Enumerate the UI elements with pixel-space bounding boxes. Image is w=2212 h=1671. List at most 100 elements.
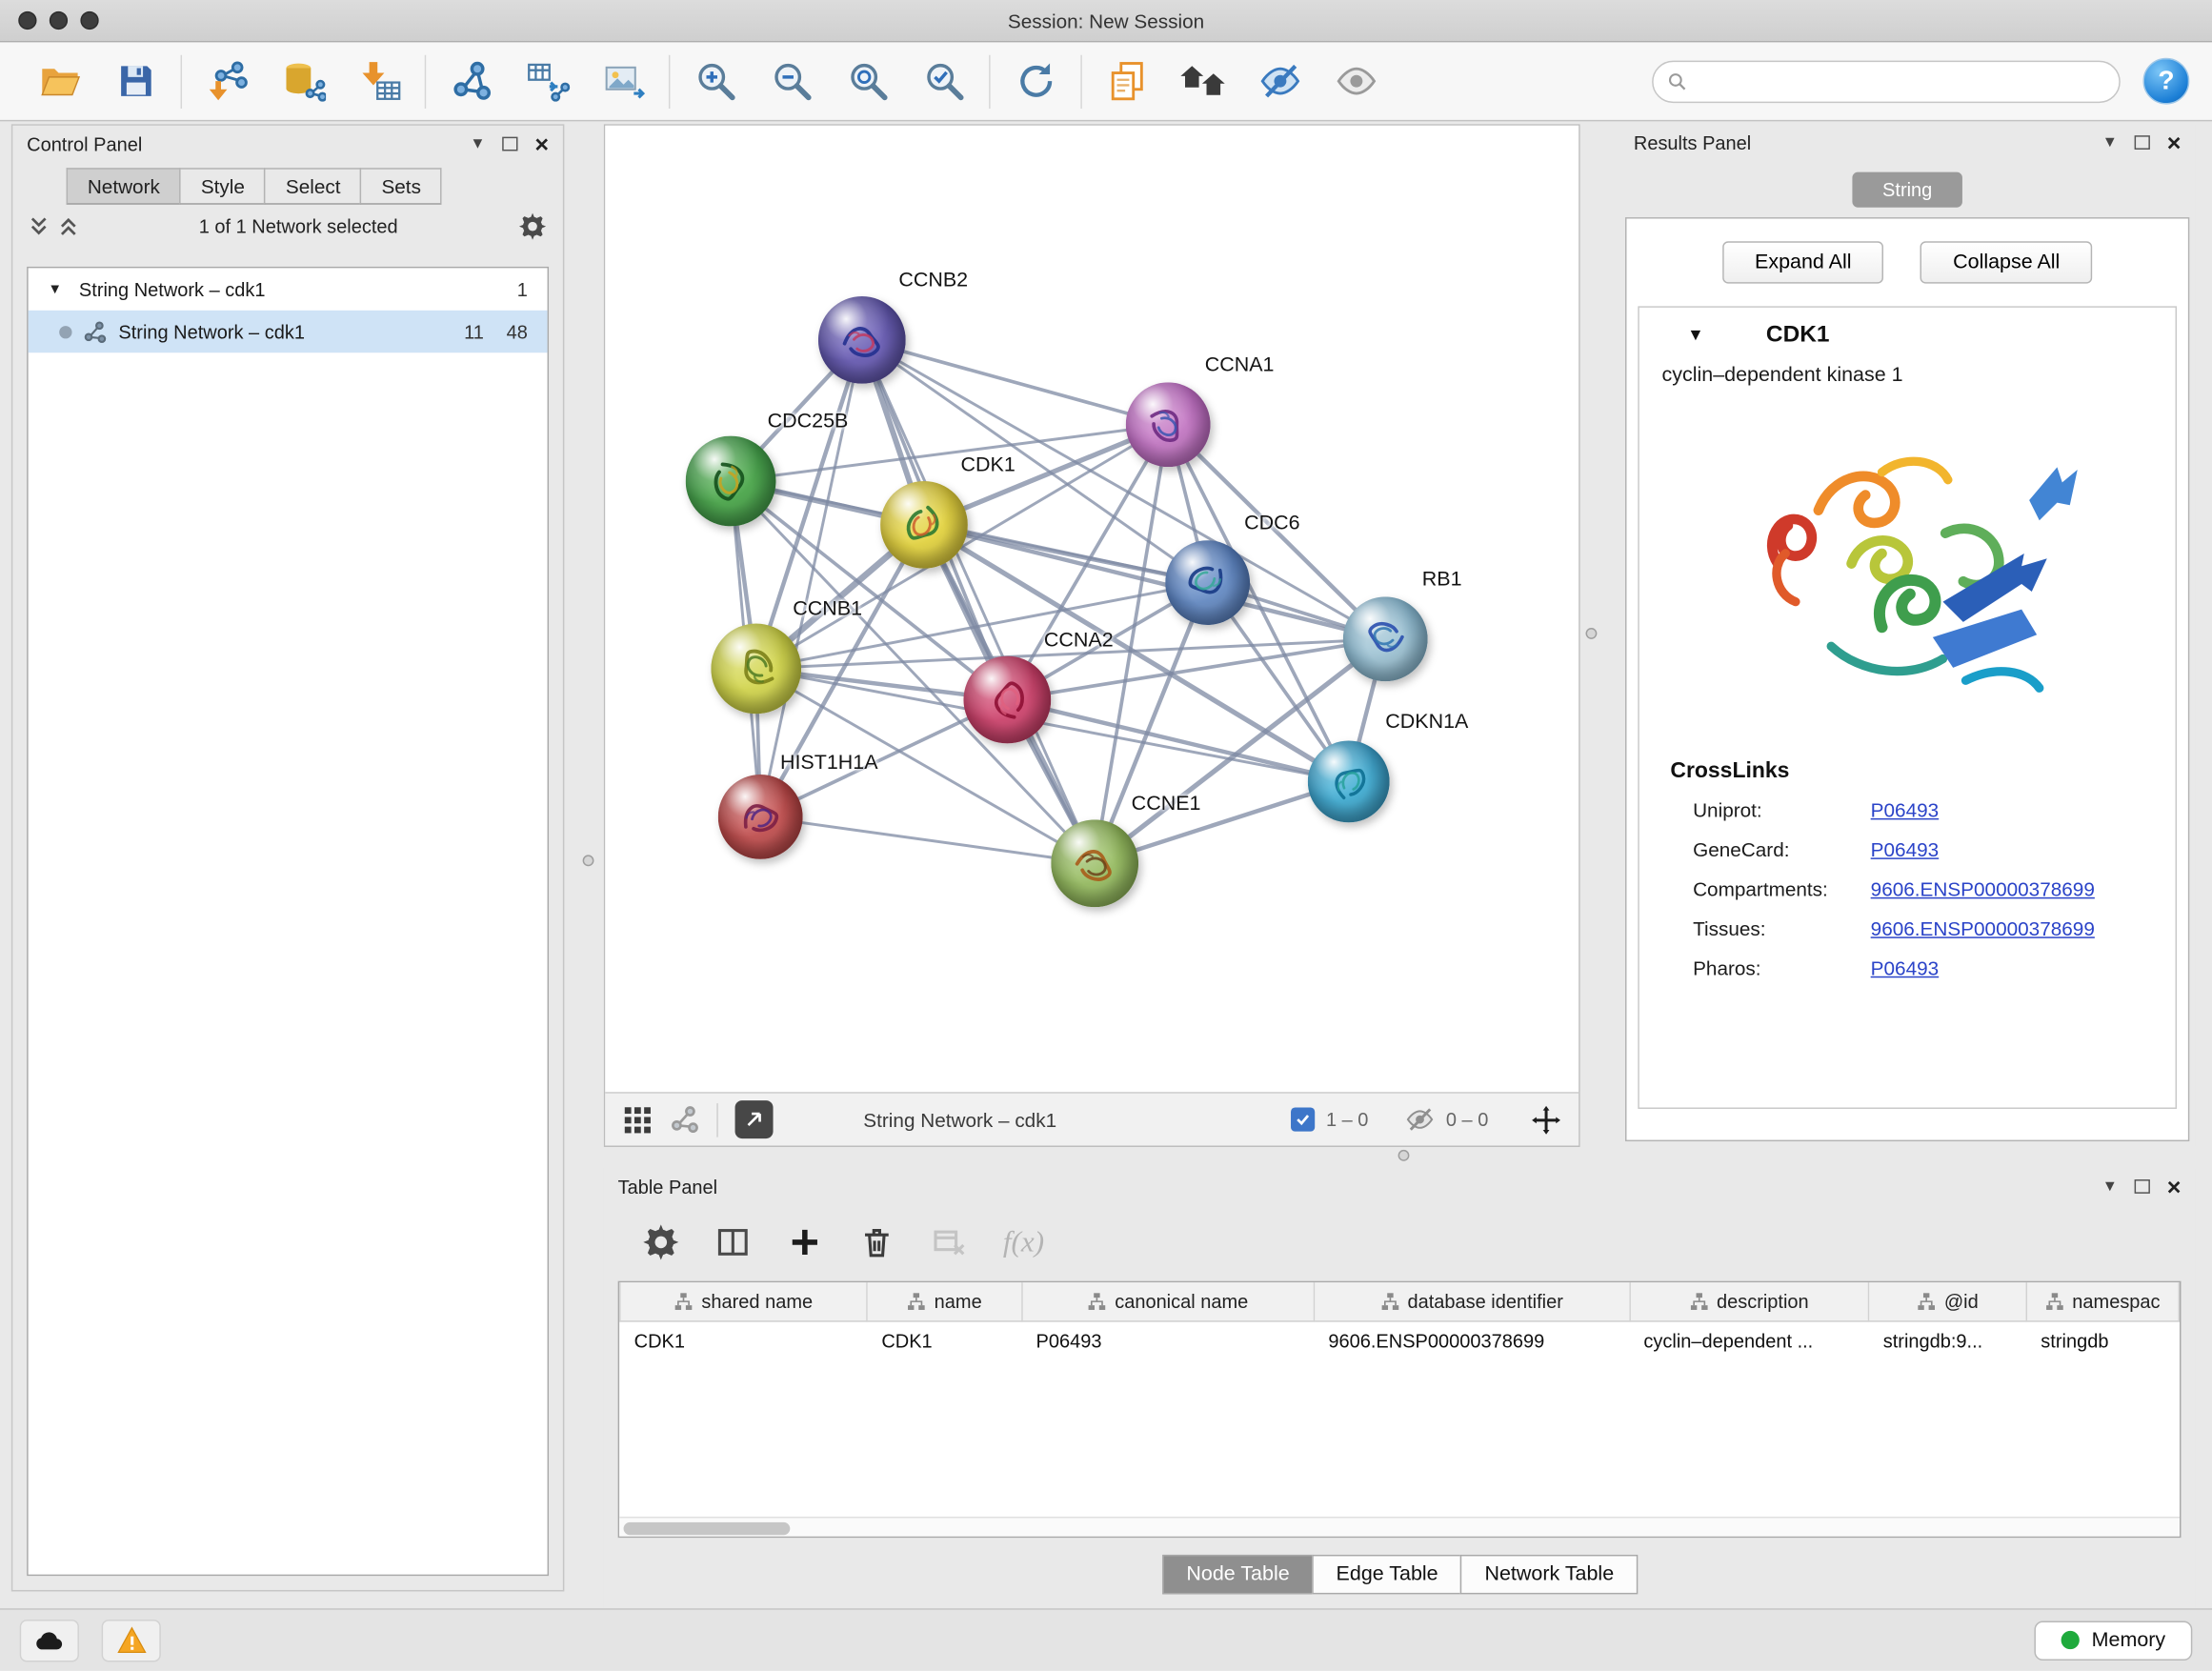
panel-float-icon[interactable] bbox=[2135, 1179, 2150, 1194]
tab-node-table[interactable]: Node Table bbox=[1162, 1555, 1314, 1594]
network-edge-hist1h1a-ccne1[interactable] bbox=[760, 816, 1095, 863]
selected-nodes-checkbox-icon[interactable] bbox=[1291, 1108, 1315, 1132]
horizontal-scrollbar[interactable] bbox=[619, 1517, 2180, 1537]
panel-menu-icon[interactable]: ▼ bbox=[2102, 1178, 2118, 1196]
table-row[interactable]: CDK1CDK1P064939606.ENSP00000378699cyclin… bbox=[620, 1320, 2179, 1359]
network-row-selected[interactable]: String Network – cdk1 11 48 bbox=[29, 311, 548, 352]
collapse-all-button[interactable]: Collapse All bbox=[1920, 241, 2092, 283]
panel-close-icon[interactable]: × bbox=[2167, 1175, 2182, 1198]
network-node-ccnb2[interactable] bbox=[818, 296, 906, 384]
network-node-ccna1[interactable] bbox=[1126, 382, 1211, 467]
collapse-gene-icon[interactable]: ▼ bbox=[1687, 325, 1704, 345]
window-zoom-button[interactable] bbox=[80, 11, 98, 30]
splitter-handle-bottom[interactable] bbox=[1398, 1150, 1410, 1161]
export-image-button[interactable] bbox=[590, 50, 657, 112]
apply-layout-button[interactable] bbox=[1001, 50, 1069, 112]
search-box[interactable] bbox=[1652, 60, 2121, 102]
network-node-rb1[interactable] bbox=[1343, 596, 1428, 681]
show-columns-icon[interactable] bbox=[715, 1224, 751, 1259]
column-header-shared-name[interactable]: shared name bbox=[620, 1282, 868, 1320]
network-node-ccnb1[interactable] bbox=[711, 624, 801, 715]
warnings-button[interactable] bbox=[102, 1619, 161, 1661]
window-close-button[interactable] bbox=[18, 11, 36, 30]
panel-menu-icon[interactable]: ▼ bbox=[2102, 134, 2118, 151]
home-button[interactable] bbox=[1170, 50, 1237, 112]
network-node-hist1h1a[interactable] bbox=[718, 775, 803, 859]
zoom-fit-button[interactable] bbox=[834, 50, 901, 112]
tree-expand-icon[interactable]: ▼ bbox=[48, 281, 68, 296]
open-view-in-window-button[interactable] bbox=[735, 1100, 774, 1138]
splitter-handle-left[interactable] bbox=[583, 855, 594, 866]
scrollbar-thumb[interactable] bbox=[624, 1521, 791, 1534]
table-cell[interactable]: CDK1 bbox=[620, 1320, 868, 1359]
column-header--id[interactable]: @id bbox=[1869, 1282, 2027, 1320]
import-network-from-file-button[interactable] bbox=[193, 50, 261, 112]
network-collection-row[interactable]: ▼ String Network – cdk1 1 bbox=[29, 268, 548, 310]
table-cell[interactable]: P06493 bbox=[1022, 1320, 1315, 1359]
delete-column-trash-icon[interactable] bbox=[859, 1224, 895, 1259]
table-settings-gear-icon[interactable] bbox=[643, 1224, 678, 1259]
column-header-description[interactable]: description bbox=[1630, 1282, 1869, 1320]
table-cell[interactable]: CDK1 bbox=[868, 1320, 1022, 1359]
open-documents-button[interactable] bbox=[1094, 50, 1161, 112]
memory-button[interactable]: Memory bbox=[2034, 1621, 2192, 1660]
network-node-ccna2[interactable] bbox=[963, 656, 1051, 744]
network-node-ccne1[interactable] bbox=[1051, 819, 1138, 907]
search-input[interactable] bbox=[1696, 70, 2104, 91]
crosslink-value-link[interactable]: P06493 bbox=[1871, 838, 1939, 861]
column-header-namespac[interactable]: namespac bbox=[2026, 1282, 2179, 1320]
crosslink-value-link[interactable]: 9606.ENSP00000378699 bbox=[1871, 917, 2095, 940]
tab-style[interactable]: Style bbox=[180, 168, 267, 205]
birdseye-view-icon[interactable] bbox=[670, 1105, 699, 1135]
crosslink-value-link[interactable]: P06493 bbox=[1871, 956, 1939, 979]
cloud-status-button[interactable] bbox=[20, 1619, 79, 1661]
show-all-button[interactable] bbox=[1322, 50, 1390, 112]
column-header-database-identifier[interactable]: database identifier bbox=[1315, 1282, 1630, 1320]
tab-select[interactable]: Select bbox=[265, 168, 362, 205]
panel-float-icon[interactable] bbox=[2135, 135, 2150, 150]
collapse-all-icon[interactable] bbox=[30, 215, 48, 236]
network-edge-cdk1-rb1[interactable] bbox=[924, 525, 1385, 639]
network-node-cdkn1a[interactable] bbox=[1308, 740, 1390, 822]
network-edge-ccnb2-ccna1[interactable] bbox=[862, 340, 1168, 425]
network-edge-ccnb2-ccne1[interactable] bbox=[862, 340, 1095, 863]
network-node-cdc6[interactable] bbox=[1165, 540, 1250, 625]
tab-network-table[interactable]: Network Table bbox=[1460, 1555, 1638, 1594]
save-session-button[interactable] bbox=[102, 50, 170, 112]
column-header-canonical-name[interactable]: canonical name bbox=[1022, 1282, 1315, 1320]
panel-close-icon[interactable]: × bbox=[2167, 131, 2182, 154]
expand-all-icon[interactable] bbox=[59, 215, 77, 236]
gene-card-header[interactable]: ▼ CDK1 bbox=[1639, 308, 2176, 361]
splitter-handle-right[interactable] bbox=[1586, 628, 1598, 639]
new-network-from-table-button[interactable] bbox=[513, 50, 581, 112]
open-session-button[interactable] bbox=[26, 50, 93, 112]
tab-sets[interactable]: Sets bbox=[360, 168, 442, 205]
column-header-name[interactable]: name bbox=[868, 1282, 1022, 1320]
panel-menu-icon[interactable]: ▼ bbox=[470, 135, 485, 152]
grid-view-icon[interactable] bbox=[622, 1104, 654, 1136]
hidden-eye-slash-icon[interactable] bbox=[1405, 1105, 1435, 1135]
add-column-icon[interactable] bbox=[787, 1224, 822, 1259]
network-node-cdc25b[interactable] bbox=[686, 436, 776, 527]
pan-crosshair-icon[interactable] bbox=[1531, 1104, 1562, 1136]
tab-network[interactable]: Network bbox=[67, 168, 181, 205]
crosslink-value-link[interactable]: P06493 bbox=[1871, 798, 1939, 821]
network-canvas[interactable]: CCNB2CCNA1CDC25BCDK1CDC6RB1CCNB1CCNA2CDK… bbox=[605, 126, 1579, 1092]
new-network-button[interactable] bbox=[437, 50, 505, 112]
import-table-from-file-button[interactable] bbox=[346, 50, 413, 112]
table-cell[interactable]: stringdb:9... bbox=[1869, 1320, 2027, 1359]
crosslink-value-link[interactable]: 9606.ENSP00000378699 bbox=[1871, 877, 2095, 900]
zoom-selected-button[interactable] bbox=[910, 50, 977, 112]
zoom-out-button[interactable] bbox=[757, 50, 825, 112]
expand-all-button[interactable]: Expand All bbox=[1722, 241, 1884, 283]
gear-icon[interactable] bbox=[519, 212, 546, 239]
hide-selected-button[interactable] bbox=[1246, 50, 1314, 112]
panel-float-icon[interactable] bbox=[502, 137, 517, 151]
network-node-cdk1[interactable] bbox=[880, 481, 968, 569]
tab-string[interactable]: String bbox=[1852, 172, 1962, 208]
table-cell[interactable]: cyclin–dependent ... bbox=[1630, 1320, 1869, 1359]
window-minimize-button[interactable] bbox=[50, 11, 68, 30]
import-network-from-database-button[interactable] bbox=[270, 50, 337, 112]
panel-close-icon[interactable]: × bbox=[534, 131, 549, 155]
tab-edge-table[interactable]: Edge Table bbox=[1312, 1555, 1461, 1594]
